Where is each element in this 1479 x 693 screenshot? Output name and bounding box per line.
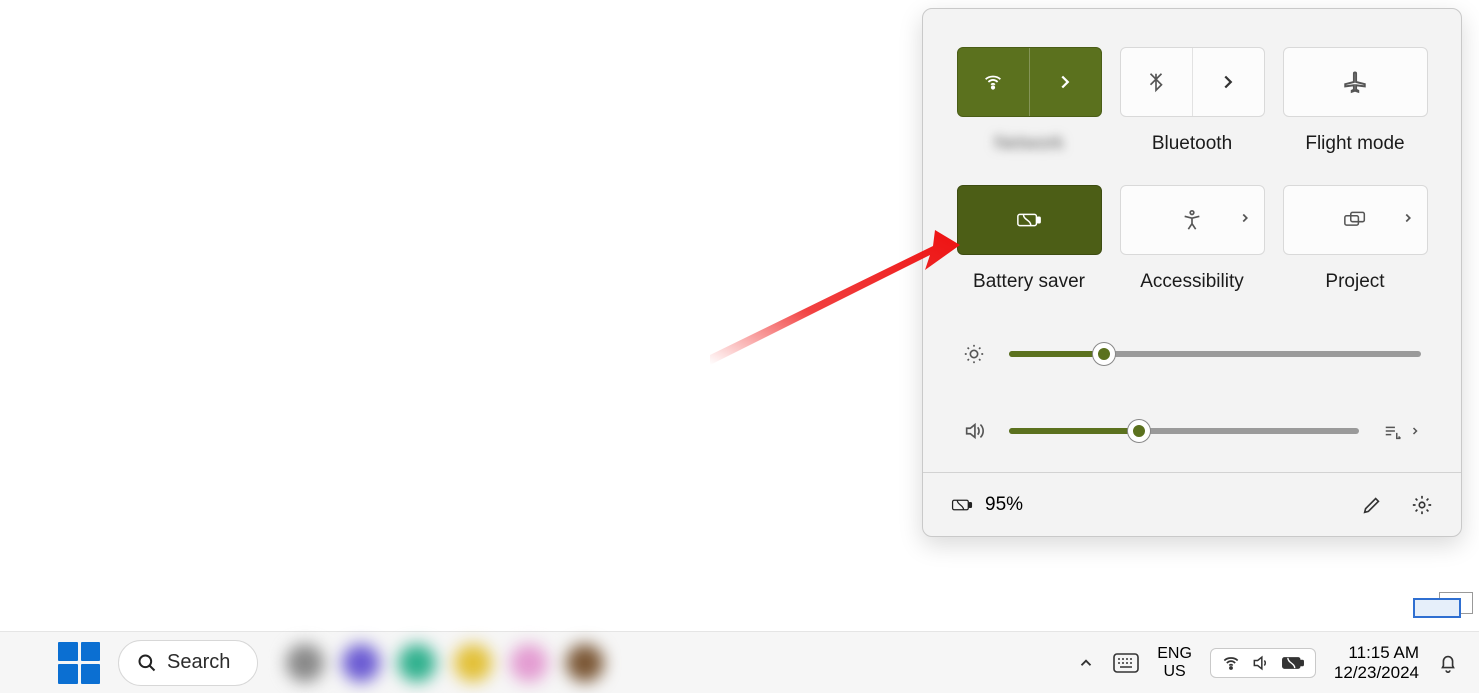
search-label: Search (167, 651, 230, 674)
bluetooth-expand-button[interactable] (1193, 48, 1264, 116)
sound-output-icon (1383, 420, 1405, 442)
tray-network-sound-battery[interactable] (1210, 648, 1316, 678)
project-toggle-button[interactable] (1283, 185, 1428, 255)
volume-slider-row (963, 420, 1421, 442)
chevron-right-icon (1401, 211, 1415, 230)
volume-slider-thumb[interactable] (1128, 420, 1150, 442)
clock-time: 11:15 AM (1334, 643, 1419, 663)
start-button[interactable] (58, 642, 100, 684)
tray-overflow-button[interactable] (1077, 654, 1095, 672)
project-label: Project (1325, 271, 1384, 293)
chevron-right-icon (1054, 71, 1076, 93)
tile-flight-mode: Flight mode (1283, 47, 1428, 155)
battery-saver-icon (1016, 207, 1042, 233)
tray-clock[interactable]: 11:15 AM 12/23/2024 (1334, 643, 1419, 683)
tile-bluetooth: Bluetooth (1120, 47, 1265, 155)
taskbar-search[interactable]: Search (118, 640, 258, 686)
battery-saver-icon (951, 494, 973, 516)
bluetooth-toggle-main[interactable] (1121, 48, 1193, 116)
chevron-right-icon (1217, 71, 1239, 93)
keyboard-icon[interactable] (1113, 653, 1139, 673)
quick-settings-footer: 95% (923, 472, 1461, 536)
wifi-expand-button[interactable] (1030, 48, 1101, 116)
battery-saver-toggle-button[interactable] (957, 185, 1102, 255)
flight-mode-toggle-button[interactable] (1283, 47, 1428, 117)
battery-saver-icon (1281, 655, 1305, 671)
brightness-slider-row (963, 343, 1421, 365)
lang-top: ENG (1157, 645, 1192, 663)
sound-output-button[interactable] (1383, 420, 1421, 442)
airplane-icon (1342, 69, 1368, 95)
brightness-slider-thumb[interactable] (1093, 343, 1115, 365)
brightness-slider[interactable] (1009, 351, 1421, 357)
bluetooth-label: Bluetooth (1152, 133, 1232, 155)
search-icon (137, 653, 157, 673)
wifi-toggle-button[interactable] (957, 47, 1102, 117)
quick-settings-panel: Network Bluetooth Flight mode (922, 8, 1462, 537)
taskbar-pinned-apps[interactable] (266, 638, 706, 688)
wifi-toggle-main[interactable] (958, 48, 1030, 116)
battery-saver-label: Battery saver (973, 271, 1085, 293)
taskbar: Search ENG US 11:15 AM 12/23/2024 (0, 631, 1479, 693)
language-indicator[interactable]: ENG US (1157, 645, 1192, 681)
sliders-section (923, 313, 1461, 472)
edit-icon[interactable] (1361, 494, 1383, 516)
tile-battery-saver: Battery saver (957, 185, 1102, 293)
flight-mode-label: Flight mode (1305, 133, 1404, 155)
accessibility-toggle-button[interactable] (1120, 185, 1265, 255)
accessibility-label: Accessibility (1140, 271, 1243, 293)
speaker-icon (1251, 653, 1271, 673)
brightness-icon (963, 343, 985, 365)
tile-accessibility: Accessibility (1120, 185, 1265, 293)
battery-percent-text: 95% (985, 494, 1023, 516)
chevron-right-icon (1409, 425, 1421, 437)
chevron-right-icon (1238, 211, 1252, 230)
bluetooth-icon (1145, 71, 1167, 93)
quick-settings-grid: Network Bluetooth Flight mode (923, 47, 1461, 313)
speaker-icon (963, 420, 985, 442)
accessibility-icon (1181, 209, 1203, 231)
tile-wifi: Network (957, 47, 1102, 155)
system-tray: ENG US 11:15 AM 12/23/2024 (1077, 632, 1479, 693)
lang-bottom: US (1157, 663, 1192, 681)
battery-status[interactable]: 95% (951, 494, 1023, 516)
volume-slider[interactable] (1009, 428, 1359, 434)
bluetooth-toggle-button[interactable] (1120, 47, 1265, 117)
notifications-button[interactable] (1437, 652, 1459, 674)
gear-icon[interactable] (1411, 494, 1433, 516)
background-window-corner (1413, 598, 1461, 618)
project-icon (1344, 209, 1366, 231)
wifi-icon (982, 71, 1004, 93)
tile-project: Project (1283, 185, 1428, 293)
clock-date: 12/23/2024 (1334, 663, 1419, 683)
wifi-icon (1221, 653, 1241, 673)
wifi-label: Network (994, 133, 1064, 155)
